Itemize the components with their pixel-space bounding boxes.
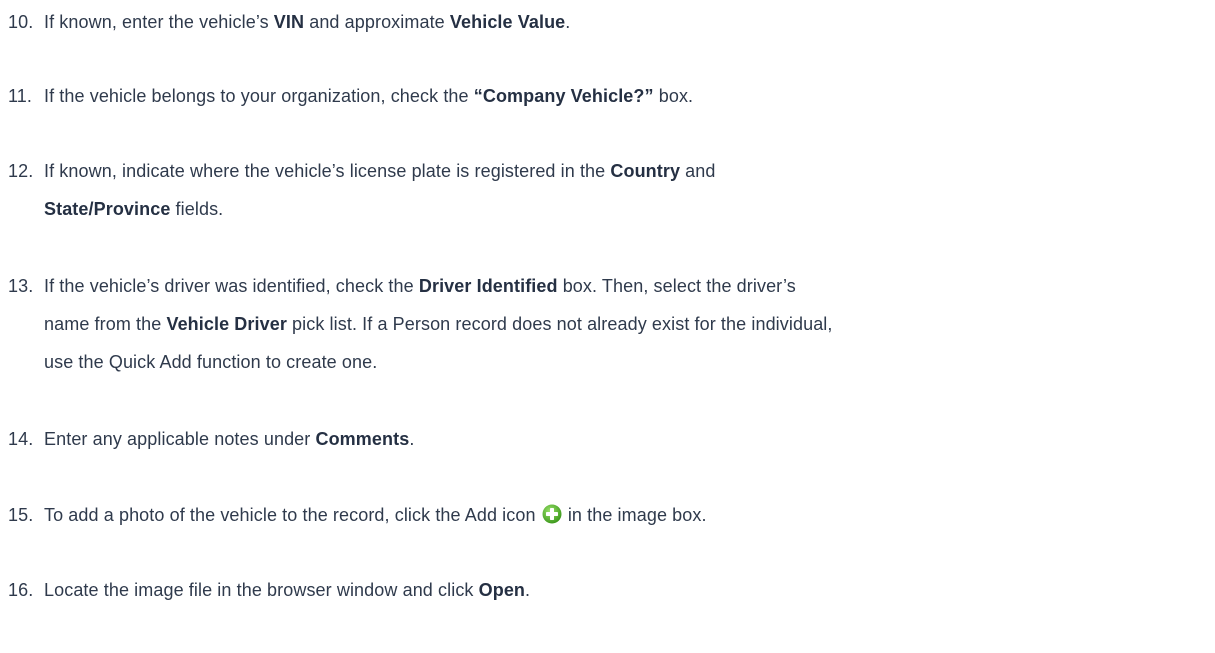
step-number: 14. [8,429,34,449]
driver-identified-checkbox-label: Driver Identified [418,276,558,296]
open-button-label: Open [478,580,526,600]
step-14: 14. Enter any applicable notes under Comm… [0,420,1212,458]
step-12: 12. If known, indicate where the vehicle’… [0,152,1212,228]
step-text-line-3: use the Quick Add function to create one… [44,352,378,372]
step-text-line-2: State/Province fields. [44,199,224,219]
step-number: 15. [8,505,34,525]
step-10: 10. If known, enter the vehicle’s VIN and… [0,3,1212,41]
step-text: Enter any applicable notes under Comment… [44,429,415,449]
step-13: 13. If the vehicle’s driver was identifie… [0,267,1212,381]
step-text: If known, enter the vehicle’s VIN and ap… [44,12,571,32]
comments-field-label: Comments [315,429,410,449]
vin-field-label: VIN [273,12,305,32]
step-11: 11. If the vehicle belongs to your organi… [0,77,1212,115]
company-vehicle-checkbox-label: “Company Vehicle?” [473,86,654,106]
step-number: 11. [8,86,32,106]
add-plus-icon [542,504,562,524]
step-text: Locate the image file in the browser win… [44,580,531,600]
vehicle-value-field-label: Vehicle Value [449,12,566,32]
step-number: 10. [8,12,34,32]
step-number: 16. [8,580,34,600]
step-number: 13. [8,276,34,296]
country-field-label: Country [610,161,681,181]
state-province-field-label: State/Province [44,199,171,219]
step-16: 16. Locate the image file in the browser … [0,571,1212,609]
step-text: If the vehicle belongs to your organizat… [44,86,694,106]
step-text-line-1: If the vehicle’s driver was identified, … [44,276,796,296]
step-text-line-2: name from the Vehicle Driver pick list. … [44,314,833,334]
step-text-line-1: If known, indicate where the vehicle’s l… [44,161,716,181]
step-15: 15. To add a photo of the vehicle to the … [0,496,1212,534]
instruction-document: 10. If known, enter the vehicle’s VIN and… [0,0,1215,653]
vehicle-driver-picklist-label: Vehicle Driver [166,314,287,334]
step-text: To add a photo of the vehicle to the rec… [44,504,707,525]
step-number: 12. [8,161,34,181]
